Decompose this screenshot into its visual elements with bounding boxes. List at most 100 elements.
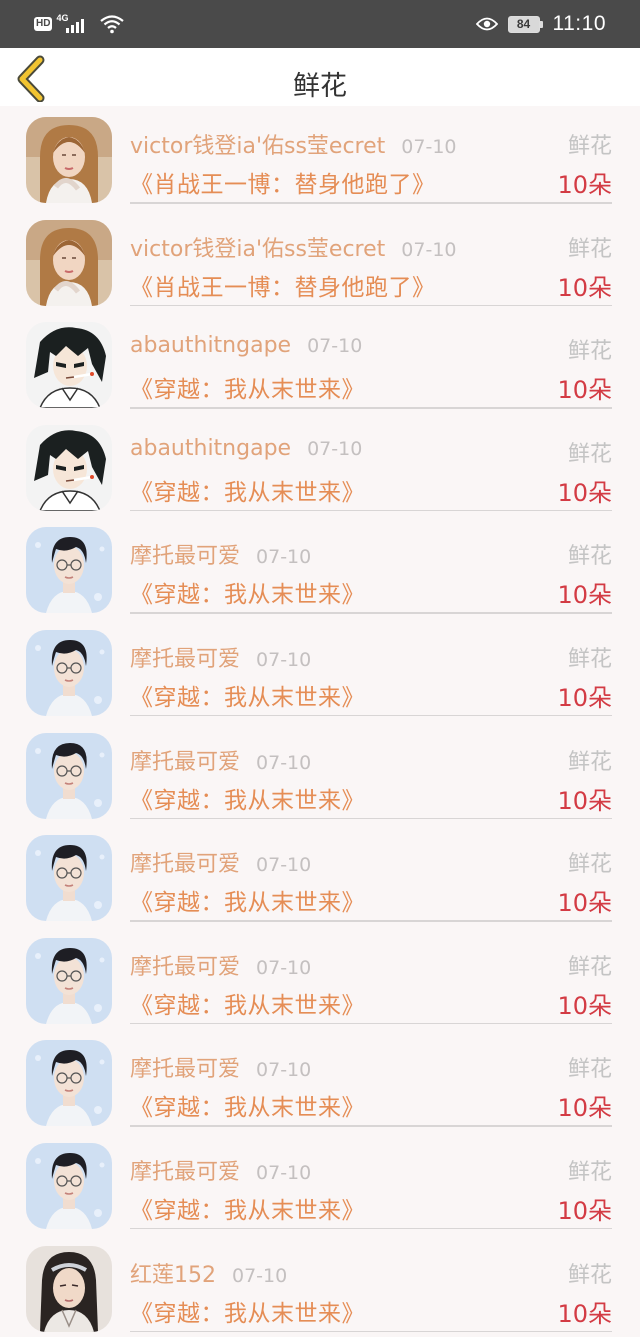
gift-count: 10朵 bbox=[557, 1299, 612, 1328]
divider bbox=[130, 202, 612, 204]
divider bbox=[130, 714, 612, 717]
gift-type: 鲜花 bbox=[567, 852, 612, 878]
user-name-line: 红莲152 07-10 bbox=[130, 1257, 287, 1289]
list-item[interactable]: 摩托最可爱 07-10 《穿越：我从末世来》 鲜花 10朵 bbox=[0, 927, 640, 1030]
divider bbox=[130, 1330, 612, 1333]
book-title[interactable]: 《穿越：我从末世来》 bbox=[130, 678, 365, 712]
user-name[interactable]: 摩托最可爱 bbox=[130, 1160, 240, 1185]
user-name-line: victor钱登ia'佑ss莹ecret 07-10 bbox=[130, 231, 457, 263]
gift-type: 鲜花 bbox=[567, 441, 612, 467]
user-name[interactable]: victor钱登ia'佑ss莹ecret bbox=[130, 134, 385, 159]
list-item[interactable]: abauthitngape 07-10 《穿越：我从末世来》 鲜花 10朵 bbox=[0, 414, 640, 517]
avatar[interactable] bbox=[26, 117, 112, 203]
divider bbox=[130, 1125, 612, 1127]
gift-date: 07-10 bbox=[307, 437, 363, 460]
list-item[interactable]: 摩托最可爱 07-10 《穿越：我从末世来》 鲜花 10朵 bbox=[0, 1029, 640, 1132]
avatar[interactable] bbox=[26, 937, 112, 1024]
user-name[interactable]: 摩托最可爱 bbox=[130, 955, 240, 980]
book-title[interactable]: 《肖战王一博：替身他跑了》 bbox=[130, 165, 436, 199]
gift-count: 10朵 bbox=[557, 1196, 612, 1225]
gift-date: 07-10 bbox=[256, 546, 312, 569]
book-title[interactable]: 《穿越：我从末世来》 bbox=[130, 781, 365, 815]
eye-icon bbox=[475, 17, 498, 31]
user-name[interactable]: abauthitngape bbox=[130, 436, 291, 461]
list-item[interactable]: 摩托最可爱 07-10 《穿越：我从末世来》 鲜花 10朵 bbox=[0, 1132, 640, 1235]
book-title[interactable]: 《穿越：我从末世来》 bbox=[130, 473, 365, 507]
avatar[interactable] bbox=[26, 219, 112, 306]
signal-icon: 4G bbox=[56, 13, 92, 35]
user-name[interactable]: 红莲152 bbox=[130, 1263, 216, 1288]
gift-type: 鲜花 bbox=[567, 134, 612, 159]
book-title[interactable]: 《穿越：我从末世来》 bbox=[130, 575, 365, 609]
list-item[interactable]: abauthitngape 07-10 《穿越：我从末世来》 鲜花 10朵 bbox=[0, 311, 640, 414]
gift-type: 鲜花 bbox=[567, 954, 612, 980]
user-name[interactable]: 摩托最可爱 bbox=[130, 852, 240, 877]
user-name[interactable]: 摩托最可爱 bbox=[130, 750, 240, 775]
gift-date: 07-10 bbox=[401, 136, 457, 158]
gift-date: 07-10 bbox=[256, 1161, 312, 1184]
book-title[interactable]: 《穿越：我从末世来》 bbox=[130, 883, 365, 917]
avatar[interactable] bbox=[26, 1142, 112, 1229]
avatar[interactable] bbox=[26, 527, 112, 614]
avatar[interactable] bbox=[26, 322, 112, 409]
user-name[interactable]: 摩托最可爱 bbox=[130, 1057, 240, 1082]
gift-count: 10朵 bbox=[557, 581, 612, 610]
gift-count: 10朵 bbox=[557, 171, 612, 199]
book-title[interactable]: 《肖战王一博：替身他跑了》 bbox=[130, 268, 436, 302]
avatar[interactable] bbox=[26, 1040, 112, 1127]
avatar[interactable] bbox=[26, 732, 112, 819]
divider bbox=[130, 817, 612, 820]
gift-date: 07-10 bbox=[256, 751, 312, 774]
avatar[interactable] bbox=[26, 629, 112, 716]
gift-type: 鲜花 bbox=[567, 339, 612, 365]
user-name[interactable]: victor钱登ia'佑ss莹ecret bbox=[130, 237, 385, 262]
gift-count: 10朵 bbox=[557, 683, 612, 712]
divider bbox=[130, 612, 612, 614]
gift-date: 07-10 bbox=[256, 1059, 312, 1082]
gift-count: 10朵 bbox=[557, 273, 612, 302]
book-title[interactable]: 《穿越：我从末世来》 bbox=[130, 1294, 365, 1328]
avatar[interactable] bbox=[26, 424, 112, 511]
status-left: HD 4G bbox=[34, 12, 125, 36]
book-title[interactable]: 《穿越：我从末世来》 bbox=[130, 370, 365, 404]
user-name-line: 摩托最可爱 07-10 bbox=[130, 949, 311, 981]
user-name-line: victor钱登ia'佑ss莹ecret 07-10 bbox=[130, 128, 457, 160]
battery-level: 84 bbox=[507, 15, 540, 33]
list-item[interactable]: 红莲152 07-10 《穿越：我从末世来》 鲜花 10朵 bbox=[0, 1235, 640, 1337]
gift-date: 07-10 bbox=[401, 238, 457, 261]
gift-date: 07-10 bbox=[232, 1264, 288, 1287]
user-name[interactable]: abauthitngape bbox=[130, 333, 291, 358]
divider bbox=[130, 920, 612, 922]
gift-type: 鲜花 bbox=[567, 1057, 612, 1083]
divider bbox=[130, 407, 612, 409]
avatar[interactable] bbox=[26, 835, 112, 922]
gift-type: 鲜花 bbox=[567, 1159, 612, 1185]
status-time: 11:10 bbox=[552, 12, 606, 35]
list-item[interactable]: 摩托最可爱 07-10 《穿越：我从末世来》 鲜花 10朵 bbox=[0, 722, 640, 825]
book-title[interactable]: 《穿越：我从末世来》 bbox=[130, 986, 365, 1020]
divider bbox=[130, 304, 612, 307]
battery-icon: 84 bbox=[507, 15, 543, 33]
gift-type: 鲜花 bbox=[567, 749, 612, 775]
divider bbox=[130, 509, 612, 512]
gift-count: 10朵 bbox=[557, 889, 612, 918]
list-item[interactable]: 摩托最可爱 07-10 《穿越：我从末世来》 鲜花 10朵 bbox=[0, 516, 640, 619]
divider bbox=[130, 1227, 612, 1230]
gift-date: 07-10 bbox=[307, 335, 363, 358]
user-name-line: 摩托最可爱 07-10 bbox=[130, 744, 311, 776]
list-item[interactable]: 摩托最可爱 07-10 《穿越：我从末世来》 鲜花 10朵 bbox=[0, 619, 640, 722]
list-item[interactable]: victor钱登ia'佑ss莹ecret 07-10 《肖战王一博：替身他跑了》 鲜花… bbox=[0, 106, 640, 209]
gift-type: 鲜花 bbox=[567, 1262, 612, 1288]
user-name[interactable]: 摩托最可爱 bbox=[130, 544, 240, 569]
avatar[interactable] bbox=[26, 1245, 112, 1332]
wifi-icon bbox=[100, 15, 125, 34]
app-header: 鲜花 bbox=[0, 48, 640, 106]
user-name[interactable]: 摩托最可爱 bbox=[130, 647, 240, 672]
gift-type: 鲜花 bbox=[567, 236, 612, 262]
list-item[interactable]: 摩托最可爱 07-10 《穿越：我从末世来》 鲜花 10朵 bbox=[0, 824, 640, 927]
book-title[interactable]: 《穿越：我从末世来》 bbox=[130, 1191, 365, 1225]
list-item[interactable]: victor钱登ia'佑ss莹ecret 07-10 《肖战王一博：替身他跑了》 鲜花… bbox=[0, 209, 640, 312]
page-title: 鲜花 bbox=[293, 71, 347, 102]
book-title[interactable]: 《穿越：我从末世来》 bbox=[130, 1088, 365, 1122]
status-right: 84 11:10 bbox=[475, 10, 607, 38]
